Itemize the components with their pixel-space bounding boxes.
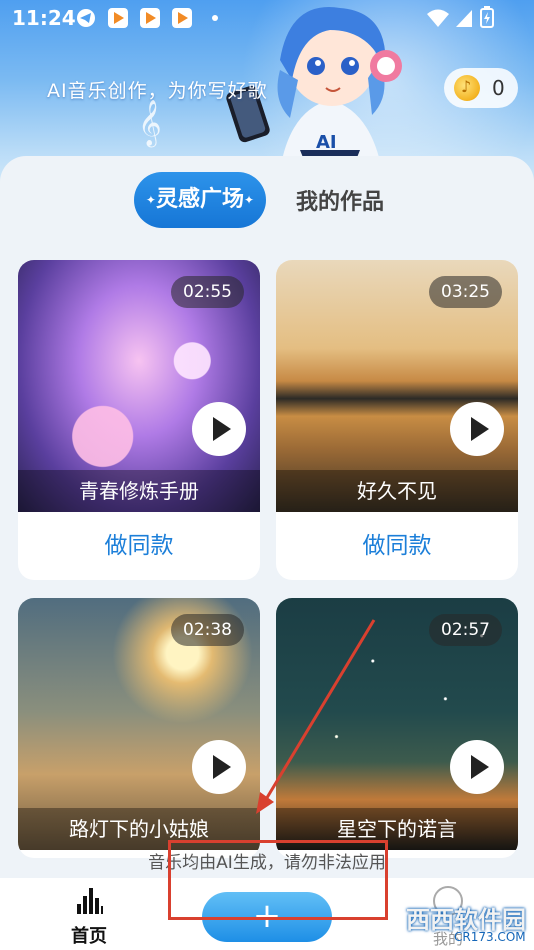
song-duration: 03:25 (429, 276, 502, 308)
play-icon[interactable] (450, 740, 504, 794)
nav-home-label: 首页 (71, 926, 107, 947)
equalizer-icon (77, 888, 103, 914)
notification-icon (172, 8, 192, 28)
status-time: 11:24 (12, 6, 76, 30)
make-same-button[interactable]: 做同款 (276, 512, 518, 580)
signal-icon (456, 10, 472, 27)
song-title: 好久不见 (276, 470, 518, 512)
watermark-logo: 西西软件园 CR173.COM (398, 898, 534, 946)
song-card[interactable]: 02:38 路灯下的小姑娘 (18, 598, 260, 858)
tab-inspiration[interactable]: ✦灵感广场✦ (134, 172, 266, 228)
coin-icon (454, 75, 480, 101)
watermark-domain: CR173.COM (454, 930, 526, 944)
song-card[interactable]: 02:55 青春修炼手册 做同款 (18, 260, 260, 580)
telegram-icon (77, 9, 95, 27)
song-card[interactable]: 02:57 星空下的诺言 (276, 598, 518, 858)
song-duration: 02:55 (171, 276, 244, 308)
nav-home[interactable]: 首页 (58, 884, 120, 947)
dot-icon (212, 15, 218, 21)
treble-clef-icon: 𝄞 (138, 100, 162, 146)
make-same-button[interactable]: 做同款 (18, 512, 260, 580)
tab-label: 灵感广场 (155, 187, 244, 212)
song-title: 青春修炼手册 (18, 470, 260, 512)
play-icon[interactable] (192, 740, 246, 794)
sparkle-icon: ✦ (244, 193, 255, 207)
song-card[interactable]: 03:25 好久不见 做同款 (276, 260, 518, 580)
coin-count: 0 (492, 76, 505, 100)
battery-icon (480, 6, 494, 28)
song-duration: 02:38 (171, 614, 244, 646)
coin-balance[interactable]: 0 (444, 68, 518, 108)
notification-icon (140, 8, 160, 28)
play-icon[interactable] (450, 402, 504, 456)
play-icon[interactable] (192, 402, 246, 456)
notification-icon (108, 8, 128, 28)
sparkle-icon: ✦ (145, 193, 156, 207)
header-slogan: AI音乐创作，为你写好歌 (47, 80, 268, 102)
song-duration: 02:57 (429, 614, 502, 646)
tab-my-works[interactable]: 我的作品 (296, 184, 384, 216)
svg-text:AI: AI (316, 132, 337, 153)
annotation-highlight-box (168, 840, 388, 920)
